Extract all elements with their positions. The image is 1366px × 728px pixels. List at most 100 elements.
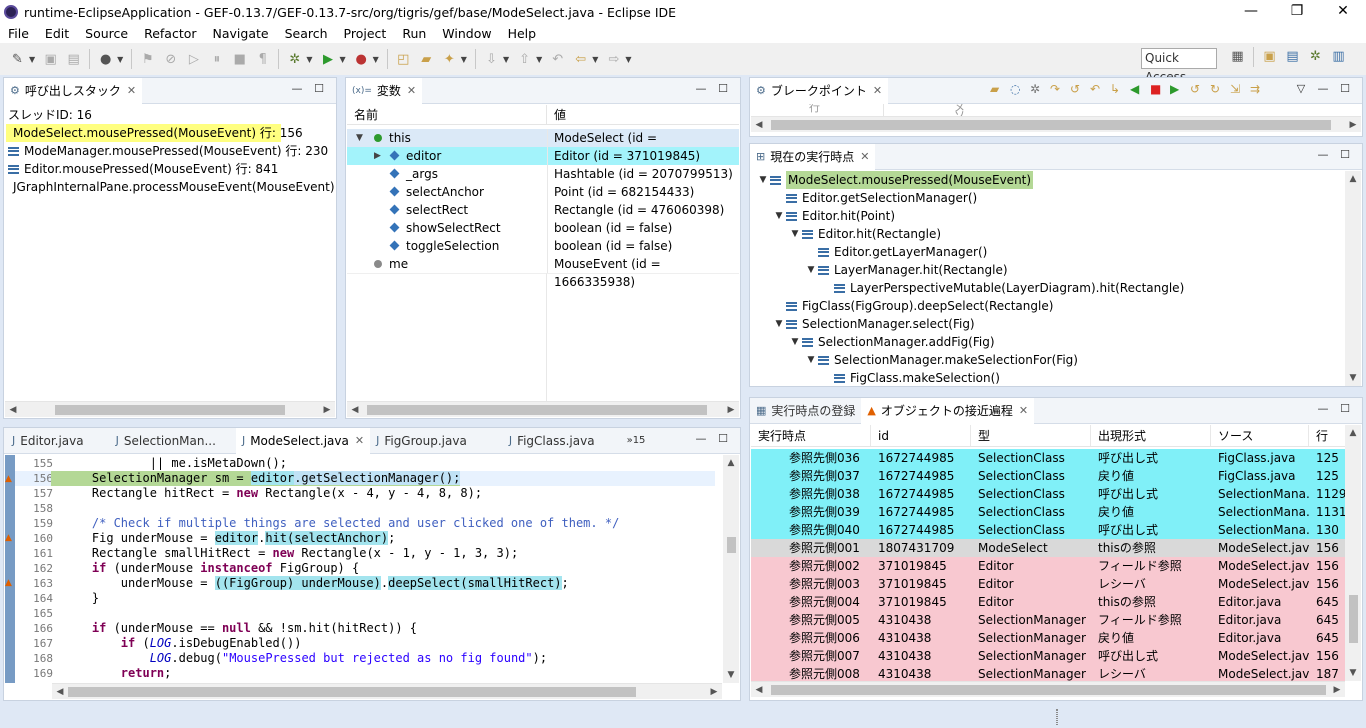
new-file-icon[interactable]: ✎ xyxy=(8,50,27,68)
variable-row[interactable]: ▶ editor Editor (id = 371019845) xyxy=(347,147,739,165)
open-icon[interactable]: ▰ xyxy=(990,82,1010,96)
tree-node[interactable]: Editor.getLayerManager() xyxy=(804,243,987,261)
open-type-icon[interactable]: ◰ xyxy=(394,50,413,68)
tab-figgroup-java[interactable]: J FigGroup.java xyxy=(370,428,473,454)
back-dropdown-icon[interactable]: ▼ xyxy=(592,55,598,64)
column-header-method[interactable]: メソッド xyxy=(883,104,965,116)
tab-figclass-java[interactable]: J FigClass.java xyxy=(503,428,601,454)
minimize-view-icon[interactable]: — xyxy=(1312,402,1334,415)
column-header-line[interactable]: 行 xyxy=(751,104,820,116)
variable-row[interactable]: _args Hashtable (id = 2070799513) xyxy=(347,165,739,183)
tab-callstack[interactable]: ⚙ 呼び出しスタック ✕ xyxy=(4,78,143,104)
table-row[interactable]: 参照元側006 4310438 SelectionManager 戻り値 Editor.… xyxy=(751,629,1346,647)
back-icon[interactable]: ⇦ xyxy=(571,50,590,68)
menu-search[interactable]: Search xyxy=(277,26,336,41)
skip-icon[interactable]: ⇉ xyxy=(1250,82,1270,96)
rewind-icon[interactable]: ↺ xyxy=(1190,82,1210,96)
terminate-icon[interactable]: ■ xyxy=(230,50,249,68)
scroll-left-icon[interactable]: ◀ xyxy=(751,682,767,698)
stack-frame[interactable]: JGraphInternalPane.processMouseEvent(Mou… xyxy=(6,178,336,196)
prev-annotation-dropdown-icon[interactable]: ▼ xyxy=(536,55,542,64)
table-row[interactable]: 参照元側005 4310438 SelectionManager フィールド参照 Edi… xyxy=(751,611,1346,629)
scroll-left-icon[interactable]: ◀ xyxy=(52,684,68,700)
minimize-view-icon[interactable]: — xyxy=(286,82,308,95)
table-row[interactable]: 参照先側038 1672744985 SelectionClass 呼び出し式 Sele… xyxy=(751,485,1346,503)
tree-node[interactable]: LayerPerspectiveMutable(LayerDiagram).hi… xyxy=(820,279,1184,297)
scrollbar-thumb[interactable] xyxy=(55,405,285,415)
stop-icon[interactable]: ■ xyxy=(1150,82,1170,96)
search-tool-dropdown-icon[interactable]: ▼ xyxy=(461,55,467,64)
tree-node[interactable]: ▼ Editor.hit(Point) xyxy=(772,207,896,225)
skip-breakpoints-icon[interactable]: ⊘ xyxy=(161,50,180,68)
tab-current-exec[interactable]: ⊞ 現在の実行時点 ✕ xyxy=(750,144,876,170)
variable-row[interactable]: me MouseEvent (id = 1666335938) xyxy=(347,255,739,289)
menu-help[interactable]: Help xyxy=(500,26,545,41)
open-perspective-icon[interactable]: ▦ xyxy=(1228,47,1247,65)
variable-row[interactable]: toggleSelection boolean (id = false) xyxy=(347,237,739,255)
minimize-view-icon[interactable]: — xyxy=(690,432,712,445)
variable-row[interactable]: ▼ this ModeSelect (id = 1807431709) xyxy=(347,129,739,163)
java-perspective-icon[interactable]: ▤ xyxy=(1283,47,1302,65)
scrollbar-thumb[interactable] xyxy=(68,687,636,697)
vertical-scrollbar[interactable]: ▲ ▼ xyxy=(723,455,739,683)
tree-node[interactable]: ▼ SelectionManager.makeSelectionFor(Fig) xyxy=(804,351,1078,369)
close-icon[interactable]: ✕ xyxy=(127,84,136,97)
horizontal-scrollbar[interactable]: ◀ ▶ xyxy=(751,681,1345,697)
maximize-view-icon[interactable]: ☐ xyxy=(1334,402,1356,415)
scroll-up-icon[interactable]: ▲ xyxy=(723,455,739,471)
variable-row[interactable]: selectAnchor Point (id = 682154433) xyxy=(347,183,739,201)
forward-dropdown-icon[interactable]: ▼ xyxy=(625,55,631,64)
maximize-view-icon[interactable]: ☐ xyxy=(1334,82,1356,95)
resource-perspective-icon[interactable]: ▣ xyxy=(1260,47,1279,65)
scroll-up-icon[interactable]: ▲ xyxy=(1345,171,1361,187)
step-into-icon[interactable]: ↷ xyxy=(1050,82,1070,96)
breakpoint-marker-icon[interactable]: ▲ xyxy=(5,474,15,484)
prev-annotation-icon[interactable]: ⇧ xyxy=(515,50,534,68)
table-row[interactable]: 参照先側040 1672744985 SelectionClass 呼び出し式 Sele… xyxy=(751,521,1346,539)
column-header-value[interactable]: 値 xyxy=(547,105,739,124)
maximize-view-icon[interactable]: ☐ xyxy=(1334,148,1356,161)
table-row[interactable]: 参照先側039 1672744985 SelectionClass 戻り値 Select… xyxy=(751,503,1346,521)
menu-edit[interactable]: Edit xyxy=(37,26,77,41)
column-header-name[interactable]: 名前 xyxy=(347,105,547,124)
horizontal-scrollbar[interactable]: ◀ ▶ xyxy=(5,401,335,417)
tree-node[interactable]: FigClass.makeSelection() xyxy=(820,369,1000,386)
menu-window[interactable]: Window xyxy=(434,26,499,41)
filter-icon[interactable]: ✲ xyxy=(1030,82,1050,96)
tab-overflow[interactable]: »15 xyxy=(621,428,652,454)
menu-refactor[interactable]: Refactor xyxy=(136,26,204,41)
step-back-icon[interactable]: ◀ xyxy=(1130,82,1150,96)
next-annotation-dropdown-icon[interactable]: ▼ xyxy=(503,55,509,64)
scroll-left-icon[interactable]: ◀ xyxy=(347,402,363,418)
link-icon[interactable]: ◌ xyxy=(1010,82,1030,96)
tree-node[interactable]: ▼ LayerManager.hit(Rectangle) xyxy=(804,261,1008,279)
play-icon[interactable]: ▶ xyxy=(1170,82,1190,96)
scroll-down-icon[interactable]: ▼ xyxy=(1345,370,1361,386)
collapse-icon[interactable]: ▼ xyxy=(772,315,786,333)
scroll-down-icon[interactable]: ▼ xyxy=(723,667,739,683)
menu-source[interactable]: Source xyxy=(77,26,136,41)
save-all-icon[interactable]: ▤ xyxy=(64,50,83,68)
collapse-icon[interactable]: ▼ xyxy=(804,351,818,369)
resume-icon[interactable]: ▷ xyxy=(184,50,203,68)
disconnect-icon[interactable]: ¶ xyxy=(253,50,272,68)
close-icon[interactable]: ✕ xyxy=(407,84,416,97)
vertical-scrollbar[interactable]: ▲ ▼ xyxy=(1345,171,1361,386)
variable-row[interactable]: selectRect Rectangle (id = 476060398) xyxy=(347,201,739,219)
column-header[interactable]: ソース xyxy=(1211,425,1309,446)
minimize-view-icon[interactable]: — xyxy=(1312,148,1334,161)
minimize-view-icon[interactable]: — xyxy=(690,82,712,95)
collapse-icon[interactable]: ▼ xyxy=(356,129,363,147)
scroll-down-icon[interactable]: ▼ xyxy=(1345,665,1361,681)
scroll-right-icon[interactable]: ▶ xyxy=(706,684,722,700)
scroll-right-icon[interactable]: ▶ xyxy=(1345,117,1361,133)
breakpoint-marker-icon[interactable]: ▲ xyxy=(5,533,15,543)
maximize-button[interactable]: ❐ xyxy=(1274,0,1320,24)
drop-frame-icon[interactable]: ↳ xyxy=(1110,82,1130,96)
debug-icon[interactable]: ✲ xyxy=(285,50,304,68)
forward-icon[interactable]: ⇨ xyxy=(604,50,623,68)
table-row[interactable]: 参照元側007 4310438 SelectionManager 呼び出し式 ModeS… xyxy=(751,647,1346,665)
tree-node[interactable]: ▼ SelectionManager.select(Fig) xyxy=(772,315,975,333)
table-row[interactable]: 参照元側002 371019845 Editor フィールド参照 ModeSelect.… xyxy=(751,557,1346,575)
save-icon[interactable]: ▣ xyxy=(41,50,60,68)
